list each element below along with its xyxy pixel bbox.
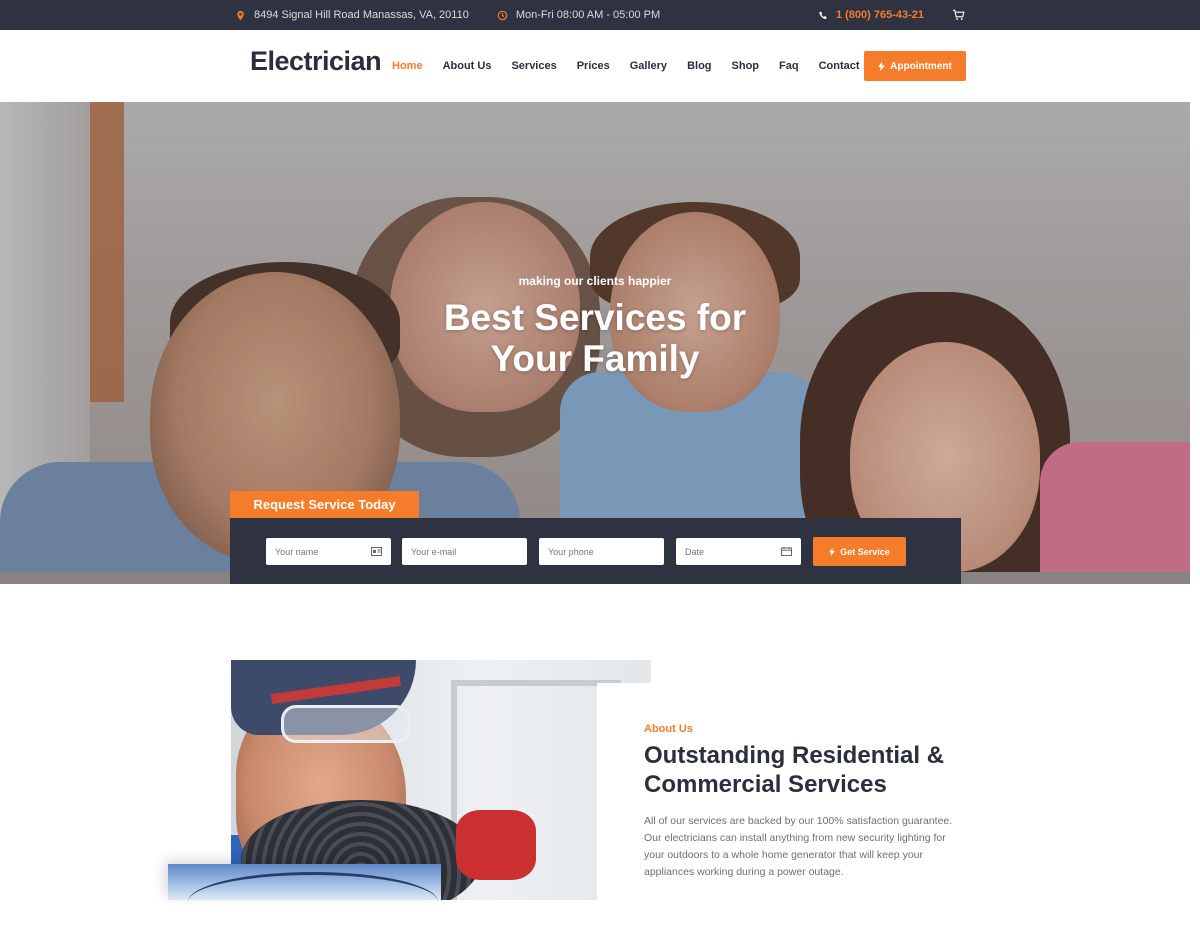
main-nav: Home About Us Services Prices Gallery Bl… — [392, 30, 880, 102]
get-service-label: Get Service — [840, 546, 890, 557]
appointment-label: Appointment — [890, 60, 952, 72]
name-field[interactable]: Your name — [266, 538, 391, 565]
name-placeholder: Your name — [275, 546, 319, 557]
hero-title-line2: Your Family — [490, 338, 700, 379]
nav-blog[interactable]: Blog — [687, 60, 711, 72]
nav-home[interactable]: Home — [392, 60, 423, 72]
hero-tagline: making our clients happier — [518, 274, 672, 288]
appointment-button[interactable]: Appointment — [864, 51, 966, 81]
photo-goggles — [281, 705, 411, 743]
nav-shop[interactable]: Shop — [732, 60, 760, 72]
email-placeholder: Your e-mail — [411, 546, 457, 557]
hero-title: Best Services for Your Family — [0, 297, 1190, 379]
clock-icon — [497, 10, 508, 20]
hero-banner: making our clients happier Best Services… — [0, 102, 1190, 584]
request-service-form: Your name Your e-mail Your phone Date Ge… — [230, 518, 961, 584]
phone-field[interactable]: Your phone — [539, 538, 664, 565]
nav-services[interactable]: Services — [511, 60, 556, 72]
nav-prices[interactable]: Prices — [577, 60, 610, 72]
nav-about-us[interactable]: About Us — [443, 60, 492, 72]
phone-placeholder: Your phone — [548, 546, 594, 557]
about-label: About Us — [644, 723, 693, 735]
main-header: Electrician Home About Us Services Price… — [0, 30, 1200, 102]
lightning-icon — [829, 547, 836, 556]
top-info-bar: 8494 Signal Hill Road Manassas, VA, 2011… — [0, 0, 1200, 30]
about-text: All of our services are backed by our 10… — [644, 815, 953, 878]
hours-info: Mon-Fri 08:00 AM - 05:00 PM — [497, 9, 660, 21]
hero-title-line1: Best Services for — [443, 297, 747, 338]
get-service-button[interactable]: Get Service — [813, 537, 906, 566]
secondary-photo-arc — [188, 872, 438, 932]
nav-faq[interactable]: Faq — [779, 60, 799, 72]
email-field[interactable]: Your e-mail — [402, 538, 527, 565]
location-pin-icon — [237, 10, 244, 20]
lightning-icon — [878, 61, 886, 71]
date-placeholder: Date — [685, 546, 705, 557]
date-field[interactable]: Date — [676, 538, 801, 565]
nav-gallery[interactable]: Gallery — [630, 60, 667, 72]
nav-contact[interactable]: Contact — [819, 60, 860, 72]
request-service-tab: Request Service Today — [230, 491, 419, 518]
cart-icon[interactable] — [952, 9, 965, 21]
calendar-icon — [781, 547, 792, 556]
photo-glove — [456, 810, 536, 880]
hours-text: Mon-Fri 08:00 AM - 05:00 PM — [515, 9, 661, 21]
address-text: 8494 Signal Hill Road Manassas, VA, 2011… — [254, 9, 469, 21]
address-info: 8494 Signal Hill Road Manassas, VA, 2011… — [235, 9, 469, 21]
phone-number: 1 (800) 765-43-21 — [835, 9, 924, 21]
phone-icon — [819, 10, 827, 19]
phone-link[interactable]: 1 (800) 765-43-21 — [818, 9, 924, 21]
about-title: Outstanding Residential & Commercial Ser… — [644, 742, 945, 798]
site-logo[interactable]: Electrician — [250, 46, 382, 77]
secondary-photo — [168, 864, 441, 900]
id-card-icon — [371, 547, 382, 556]
